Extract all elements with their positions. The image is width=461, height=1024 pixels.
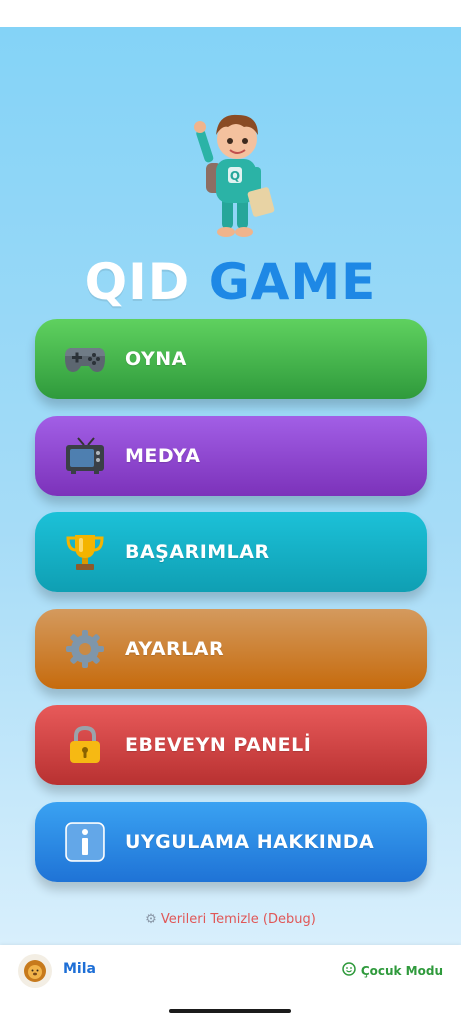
app-screen: Q QID GAME OYNA MEDYA BAŞARIMLAR AYARLAR… <box>0 0 461 1024</box>
clear-data-debug-label: Verileri Temizle (Debug) <box>160 912 316 927</box>
home-indicator[interactable] <box>169 1009 291 1013</box>
gear-icon <box>62 626 108 672</box>
trophy-icon <box>62 529 108 575</box>
child-mode-indicator[interactable]: Çocuk Modu <box>342 962 443 979</box>
logo-word-game: GAME <box>208 253 377 311</box>
about-button-label: UYGULAMA HAKKINDA <box>125 830 375 853</box>
lion-icon <box>24 960 46 982</box>
lock-icon <box>62 722 108 768</box>
main-menu: OYNA MEDYA BAŞARIMLAR AYARLAR EBEVEYN PA… <box>35 319 427 898</box>
settings-button[interactable]: AYARLAR <box>35 608 427 689</box>
achievements-button-label: BAŞARIMLAR <box>125 541 270 563</box>
media-button[interactable]: MEDYA <box>35 415 427 496</box>
parent-panel-button[interactable]: EBEVEYN PANELİ <box>35 705 427 785</box>
mascot-character-icon: Q <box>194 114 275 237</box>
app-logo: QID GAME <box>0 252 461 312</box>
parent-panel-button-label: EBEVEYN PANELİ <box>125 734 312 756</box>
info-icon <box>62 819 108 865</box>
smile-icon <box>342 962 356 979</box>
game-controller-icon <box>62 336 108 382</box>
bottom-profile-bar: Mila Çocuk Modu <box>0 945 461 997</box>
about-button[interactable]: UYGULAMA HAKKINDA <box>35 801 427 882</box>
settings-button-label: AYARLAR <box>125 637 225 660</box>
user-name: Mila <box>63 961 96 977</box>
status-bar-area <box>0 0 461 27</box>
gear-icon: ⚙ <box>145 912 157 927</box>
play-button[interactable]: OYNA <box>35 319 427 399</box>
television-icon <box>62 433 108 479</box>
main-screen: Q QID GAME OYNA MEDYA BAŞARIMLAR AYARLAR… <box>0 27 461 945</box>
logo-word-qid: QID <box>84 253 191 311</box>
play-button-label: OYNA <box>125 348 187 370</box>
clear-data-debug-link[interactable]: ⚙ Verileri Temizle (Debug) <box>0 912 461 927</box>
svg-text:Q: Q <box>230 169 240 183</box>
media-button-label: MEDYA <box>125 444 201 467</box>
avatar[interactable] <box>18 954 52 988</box>
child-mode-label: Çocuk Modu <box>360 963 443 978</box>
achievements-button[interactable]: BAŞARIMLAR <box>35 512 427 592</box>
